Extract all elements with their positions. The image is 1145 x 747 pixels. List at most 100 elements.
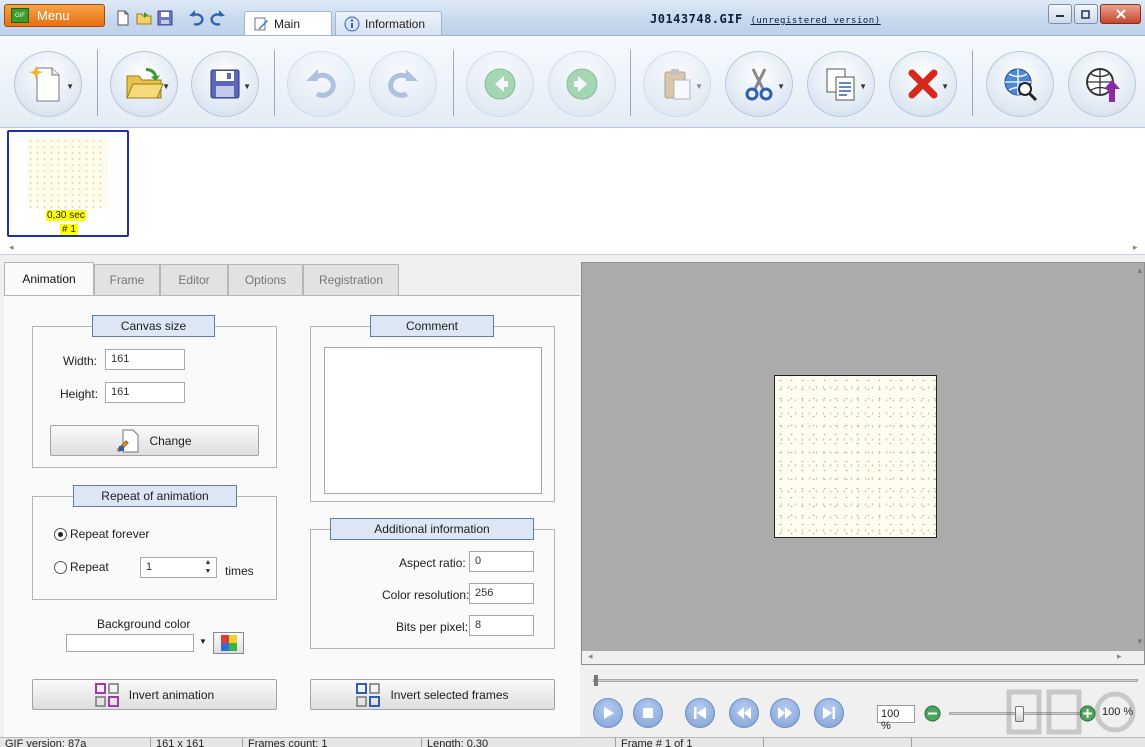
quick-undo-icon[interactable] xyxy=(188,10,204,26)
tab-registration[interactable]: Registration xyxy=(303,264,399,295)
menu-label: Menu xyxy=(37,8,70,23)
width-field[interactable]: 161 xyxy=(105,349,185,370)
save-icon xyxy=(210,69,240,99)
previous-frame-button[interactable] xyxy=(466,51,534,117)
play-button[interactable] xyxy=(593,698,623,728)
scroll-left-icon[interactable]: ◂ xyxy=(9,242,14,253)
animation-tab-body: Canvas size Width: 161 Height: 161 Chang… xyxy=(4,295,580,737)
background-dropdown-icon[interactable]: ▼ xyxy=(199,637,207,646)
background-color-select[interactable] xyxy=(66,634,194,652)
ribbon-separator xyxy=(97,50,98,116)
timeline-track[interactable] xyxy=(593,675,1138,686)
tab-animation[interactable]: Animation xyxy=(4,262,94,295)
watermark-logo xyxy=(1006,689,1136,735)
web-search-button[interactable] xyxy=(986,51,1054,117)
document-name: J0143748.GIF xyxy=(650,12,743,26)
preview-scroll-right-icon[interactable]: ▸ xyxy=(1117,651,1122,662)
stop-button[interactable] xyxy=(633,698,663,728)
save-button[interactable]: ▼ xyxy=(191,51,259,117)
preview-scroll-left-icon[interactable]: ◂ xyxy=(588,651,593,662)
tab-information-label: Information xyxy=(365,16,426,31)
height-label: Height: xyxy=(60,387,99,401)
zoom-out-icon[interactable] xyxy=(924,705,941,722)
menu-button[interactable]: GIF Menu xyxy=(4,4,105,27)
open-button[interactable]: ▼ xyxy=(110,51,178,117)
rewind-button[interactable] xyxy=(729,698,759,728)
repeat-spinner[interactable]: ▲ ▼ xyxy=(201,558,215,577)
preview-scroll-up-icon[interactable]: ▴ xyxy=(1137,265,1142,276)
preview-scroll-down-icon[interactable]: ▾ xyxy=(1137,636,1142,647)
invert-animation-button[interactable]: Invert animation xyxy=(32,679,277,710)
new-button[interactable]: ▼ xyxy=(14,51,82,117)
invert-selected-frames-button[interactable]: Invert selected frames xyxy=(310,679,555,710)
aspect-ratio-label: Aspect ratio: xyxy=(399,556,466,570)
preview-area: ▴ ▾ ◂ ▸ xyxy=(581,262,1145,665)
repeat-label: Repeat xyxy=(70,560,109,574)
comment-textarea[interactable] xyxy=(324,347,542,494)
web-upload-button[interactable] xyxy=(1068,51,1136,117)
width-label: Width: xyxy=(63,354,98,368)
new-dropdown-icon: ▼ xyxy=(66,82,74,91)
delete-dropdown-icon: ▼ xyxy=(941,82,949,91)
frame-strip-scrollbar[interactable]: ◂ ▸ xyxy=(0,242,1145,254)
preview-hscrollbar[interactable]: ◂ ▸ xyxy=(582,651,1144,664)
copy-button[interactable]: ▼ xyxy=(807,51,875,117)
paste-button[interactable]: ▼ xyxy=(643,51,711,117)
repeat-count-radio[interactable] xyxy=(54,561,67,574)
redo-button[interactable] xyxy=(369,51,437,117)
scroll-right-icon[interactable]: ▸ xyxy=(1133,242,1138,253)
frame-thumbnail[interactable]: 0,30 sec # 1 xyxy=(7,130,129,237)
ribbon-separator xyxy=(630,50,631,116)
stop-icon xyxy=(643,708,653,718)
last-frame-icon xyxy=(823,707,835,719)
color-resolution-field[interactable]: 256 xyxy=(469,583,534,604)
comment-title: Comment xyxy=(370,315,494,337)
tab-information[interactable]: Information xyxy=(335,11,442,35)
undo-button[interactable] xyxy=(287,51,355,117)
first-frame-button[interactable] xyxy=(685,698,715,728)
fast-forward-button[interactable] xyxy=(770,698,800,728)
quick-new-icon[interactable] xyxy=(115,10,131,26)
spin-up-icon[interactable]: ▲ xyxy=(201,558,215,567)
maximize-button[interactable] xyxy=(1074,4,1098,24)
height-field[interactable]: 161 xyxy=(105,382,185,403)
quick-open-icon[interactable] xyxy=(136,10,152,26)
zoom-select[interactable]: 100 % xyxy=(877,705,915,732)
toolbar-ribbon: ▼ ▼ ▼ ▼ ▼ ▼ ▼ xyxy=(0,36,1145,128)
title-bar: GIF Menu Main Information J0143748.GIF (… xyxy=(0,0,1145,36)
change-size-button[interactable]: Change xyxy=(50,425,259,456)
invert-animation-label: Invert animation xyxy=(128,687,215,702)
repeat-forever-radio[interactable] xyxy=(54,528,67,541)
delete-button[interactable]: ▼ xyxy=(889,51,957,117)
copy-dropdown-icon: ▼ xyxy=(859,82,867,91)
version-note: (unregistered version) xyxy=(750,16,881,26)
tab-frame[interactable]: Frame xyxy=(94,264,160,295)
quick-save-icon[interactable] xyxy=(157,10,173,26)
undo-icon xyxy=(306,69,336,98)
close-icon xyxy=(1115,9,1126,19)
next-frame-button[interactable] xyxy=(548,51,616,117)
color-picker-button[interactable] xyxy=(213,632,244,654)
frame-duration: 0,30 sec xyxy=(46,210,86,221)
cut-button[interactable]: ▼ xyxy=(725,51,793,117)
restore-icon xyxy=(1081,10,1090,19)
tab-editor[interactable]: Editor xyxy=(160,264,228,295)
tab-options[interactable]: Options xyxy=(228,264,303,295)
paste-icon xyxy=(664,69,691,100)
web-upload-icon xyxy=(1086,68,1120,102)
aspect-ratio-field[interactable]: 0 xyxy=(469,551,534,572)
minimize-button[interactable] xyxy=(1048,4,1072,24)
status-frame-position: Frame # 1 of 1 xyxy=(616,738,764,747)
bits-per-pixel-field[interactable]: 8 xyxy=(469,615,534,636)
comment-group: Comment xyxy=(310,315,555,502)
timeline-handle[interactable] xyxy=(594,675,598,686)
open-folder-icon xyxy=(126,68,164,99)
spin-down-icon[interactable]: ▼ xyxy=(201,567,215,576)
status-empty-2 xyxy=(912,738,1145,747)
quick-redo-icon[interactable] xyxy=(210,10,226,26)
close-button[interactable] xyxy=(1100,4,1141,24)
status-dimensions: 161 x 161 xyxy=(151,738,243,747)
last-frame-button[interactable] xyxy=(814,698,844,728)
color-palette-icon xyxy=(220,635,237,651)
tab-main[interactable]: Main xyxy=(244,11,332,35)
